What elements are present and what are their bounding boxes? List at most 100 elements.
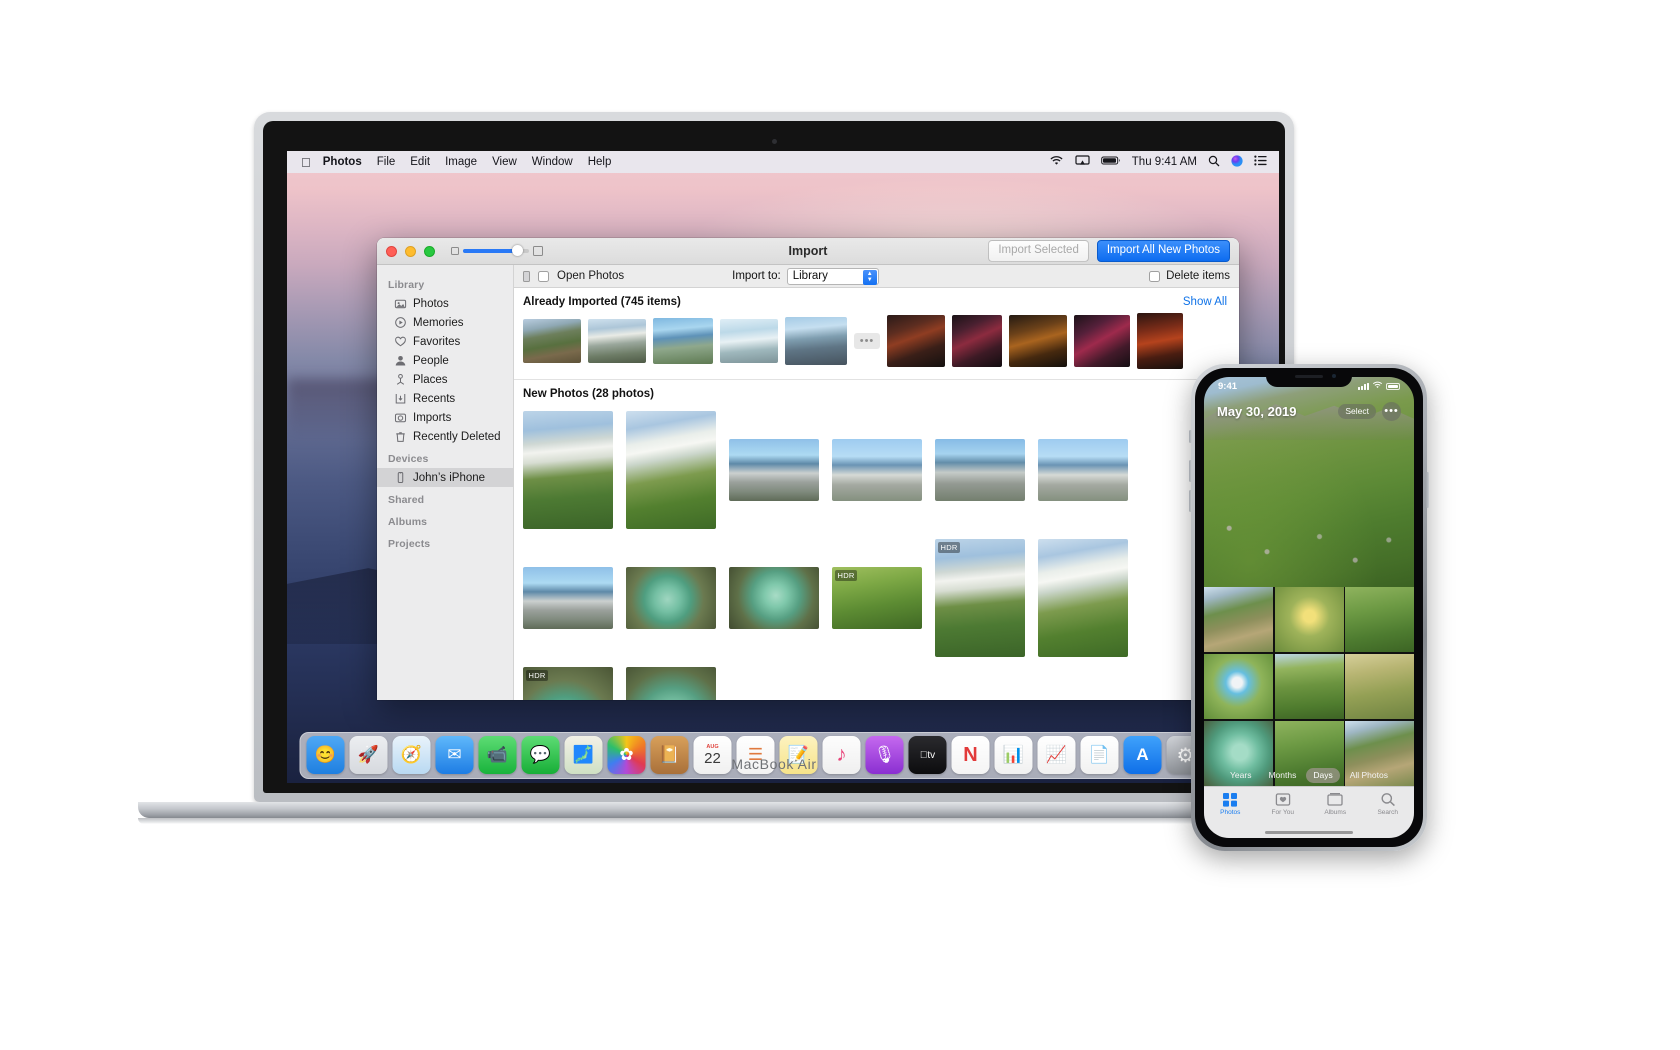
photo-succulent-rosette-2[interactable] bbox=[729, 567, 819, 629]
photo-forest-trail-view[interactable] bbox=[1204, 587, 1273, 653]
siri-icon[interactable] bbox=[1231, 154, 1243, 170]
menu-item-edit[interactable]: Edit bbox=[410, 156, 430, 168]
photo-coastal-cliff-greenery-1[interactable] bbox=[523, 411, 613, 529]
more-thumbnails-ellipsis[interactable]: ••• bbox=[854, 333, 880, 349]
thumbnail-red-lantern-closeup[interactable] bbox=[1137, 313, 1183, 369]
thumbnail-neon-alley-signs[interactable] bbox=[952, 315, 1002, 367]
ring-silent-switch[interactable] bbox=[1189, 430, 1192, 443]
sidebar-item-label: Favorites bbox=[413, 335, 461, 348]
photo-forest-canopy[interactable] bbox=[1345, 587, 1414, 653]
thumbnail-city-night-crowd[interactable] bbox=[1074, 315, 1130, 367]
menubar-clock[interactable]: Thu 9:41 AM bbox=[1132, 156, 1197, 168]
home-indicator[interactable] bbox=[1265, 830, 1353, 834]
scope-days[interactable]: Days bbox=[1306, 767, 1340, 783]
facetime-camera-icon bbox=[771, 139, 777, 144]
apple-logo-icon[interactable]:  bbox=[301, 156, 311, 169]
search-icon[interactable] bbox=[1208, 155, 1220, 170]
sidebar-group-projects[interactable]: Projects bbox=[377, 531, 513, 553]
delete-items-checkbox[interactable] bbox=[1149, 270, 1161, 282]
photo-hillside-trail-3[interactable]: HDR bbox=[523, 667, 613, 700]
scope-months[interactable]: Months bbox=[1261, 768, 1303, 783]
close-button[interactable] bbox=[386, 245, 397, 257]
tab-photos[interactable]: Photos bbox=[1204, 792, 1257, 816]
photo-hillside-trail-1[interactable]: HDR bbox=[935, 539, 1025, 657]
more-options-button[interactable]: ••• bbox=[1382, 401, 1401, 421]
photo-ocean-horizon-rocks-1[interactable] bbox=[1038, 439, 1128, 501]
battery-icon[interactable] bbox=[1100, 155, 1121, 169]
import-selected-button[interactable]: Import Selected bbox=[988, 240, 1089, 262]
iphone-scope-switcher: Years Months Days All Photos bbox=[1204, 764, 1414, 786]
photo-coastal-cliff-greenery-2[interactable] bbox=[626, 411, 716, 529]
sidebar-group-devices: Devices bbox=[388, 453, 429, 465]
import-to-label: Import to: bbox=[732, 270, 781, 282]
photo-pinwheel-flower[interactable] bbox=[1204, 653, 1273, 720]
iphone-clock: 9:41 bbox=[1218, 381, 1238, 392]
volume-down-button[interactable] bbox=[1189, 490, 1192, 512]
thumbnail-snowy-mountain-range[interactable] bbox=[588, 319, 646, 363]
sidebar-item-label: Recents bbox=[413, 392, 456, 405]
tab-for-you[interactable]: For You bbox=[1257, 792, 1310, 816]
sidebar-group-albums[interactable]: Albums bbox=[377, 509, 513, 531]
zoom-slider-track[interactable] bbox=[463, 245, 529, 256]
delete-items-label: Delete items bbox=[1166, 270, 1230, 282]
photo-ocean-horizon-rocks-2[interactable] bbox=[523, 567, 613, 629]
wifi-icon[interactable] bbox=[1049, 155, 1064, 169]
import-all-new-photos-button[interactable]: Import All New Photos bbox=[1096, 240, 1230, 262]
tab-search[interactable]: Search bbox=[1362, 792, 1415, 816]
select-button[interactable]: Select bbox=[1338, 403, 1376, 419]
photo-hillside-trail-4[interactable] bbox=[626, 667, 716, 700]
sidebar-item-favorites[interactable]: Favorites bbox=[377, 332, 513, 351]
zoom-slider-knob[interactable] bbox=[511, 245, 523, 256]
macbook-lid:  Photos File Edit Image View Window Hel… bbox=[254, 112, 1294, 802]
sidebar-group-shared[interactable]: Shared bbox=[377, 487, 513, 509]
sidebar-item-people[interactable]: People bbox=[377, 351, 513, 370]
photo-sea-rocks-blue-sky-1[interactable] bbox=[729, 439, 819, 501]
open-photos-checkbox[interactable] bbox=[538, 270, 549, 282]
thumbnail-alpine-lake-shore[interactable] bbox=[653, 318, 713, 364]
minimize-button[interactable] bbox=[405, 245, 416, 257]
photo-mossy-boulder-forest[interactable]: HDR bbox=[832, 567, 922, 629]
chevron-updown-icon[interactable]: ▲ ▼ bbox=[862, 269, 877, 285]
sidebar-item-memories[interactable]: Memories bbox=[377, 313, 513, 332]
scope-years[interactable]: Years bbox=[1223, 768, 1258, 783]
photo-tree-against-sky[interactable] bbox=[1274, 653, 1344, 720]
menu-item-view[interactable]: View bbox=[492, 156, 517, 168]
maximize-button[interactable] bbox=[424, 245, 435, 257]
photo-dry-grass-field[interactable] bbox=[1345, 653, 1414, 720]
thumbnail-lantern-street-night[interactable] bbox=[1009, 315, 1067, 367]
thumbnail-icy-river-rapids[interactable] bbox=[720, 319, 778, 363]
hdr-badge: HDR bbox=[835, 570, 858, 581]
photo-hillside-trail-2[interactable] bbox=[1038, 539, 1128, 657]
side-power-button[interactable] bbox=[1426, 472, 1429, 508]
thumbnail-railway-through-forest[interactable] bbox=[523, 319, 581, 363]
menu-item-image[interactable]: Image bbox=[445, 156, 477, 168]
sidebar-item-label: Memories bbox=[413, 316, 464, 329]
menu-item-photos[interactable]: Photos bbox=[323, 156, 362, 168]
photo-yellow-wildflower[interactable] bbox=[1274, 587, 1344, 653]
menu-item-file[interactable]: File bbox=[377, 156, 396, 168]
volume-up-button[interactable] bbox=[1189, 460, 1192, 482]
import-to-select[interactable]: Library ▲ ▼ bbox=[786, 267, 879, 285]
sidebar-item-johns-iphone[interactable]: John’s iPhone bbox=[377, 468, 513, 487]
show-all-link[interactable]: Show All bbox=[1183, 296, 1227, 308]
sidebar-item-recently-deleted[interactable]: Recently Deleted bbox=[377, 427, 513, 446]
sidebar-item-photos[interactable]: Photos bbox=[377, 294, 513, 313]
airplay-icon[interactable] bbox=[1075, 155, 1090, 169]
scope-all-photos[interactable]: All Photos bbox=[1343, 768, 1395, 783]
menu-item-help[interactable]: Help bbox=[588, 156, 612, 168]
sidebar-item-recents[interactable]: Recents bbox=[377, 389, 513, 408]
sidebar-item-imports[interactable]: Imports bbox=[377, 408, 513, 427]
macbook-bezel:  Photos File Edit Image View Window Hel… bbox=[263, 121, 1285, 793]
thumbnail-night-market-lights[interactable] bbox=[887, 315, 945, 367]
thumbnail-zoom-slider[interactable] bbox=[451, 245, 543, 256]
macbook-air-label: MacBook Air bbox=[731, 756, 817, 772]
photo-sea-rocks-blue-sky-2[interactable] bbox=[832, 439, 922, 501]
sidebar-item-places[interactable]: Places bbox=[377, 370, 513, 389]
photo-sea-rocks-blue-sky-3[interactable] bbox=[935, 439, 1025, 501]
photo-succulent-rosette-1[interactable] bbox=[626, 567, 716, 629]
hdr-badge: HDR bbox=[526, 670, 549, 681]
control-center-icon[interactable] bbox=[1254, 155, 1267, 169]
tab-albums[interactable]: Albums bbox=[1309, 792, 1362, 816]
thumbnail-harbor-town-overlook[interactable] bbox=[785, 317, 847, 365]
menu-item-window[interactable]: Window bbox=[532, 156, 573, 168]
